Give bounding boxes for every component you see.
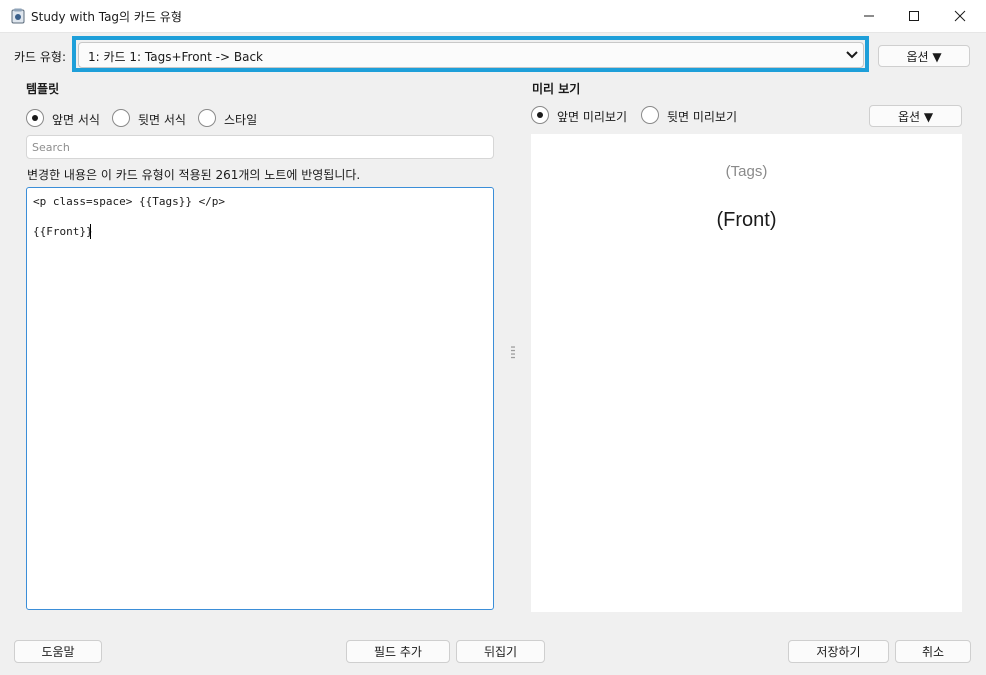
search-input[interactable]: Search [26,135,494,159]
close-icon [954,10,966,22]
preview-heading: 미리 보기 [532,82,581,96]
card-type-select[interactable]: 1: 카드 1: Tags+Front -> Back [78,42,864,68]
styling-label[interactable]: 스타일 [224,111,257,128]
back-preview-label[interactable]: 뒷면 미리보기 [667,108,737,125]
flip-button[interactable]: 뒤집기 [456,640,545,663]
editor-line: {{Front}} [33,225,93,238]
save-button[interactable]: 저장하기 [788,640,889,663]
preview-front-text: (Front) [716,209,777,231]
close-button[interactable] [937,0,983,32]
splitter-handle-icon[interactable] [511,346,515,360]
front-template-radio[interactable] [26,109,44,127]
search-placeholder: Search [32,141,70,154]
window-title: Study with Tag의 카드 유형 [31,10,182,24]
front-template-label[interactable]: 앞면 서식 [52,111,100,128]
chevron-down-icon [846,51,858,59]
preview-options-button[interactable]: 옵션 ▼ [869,105,962,127]
front-preview-radio[interactable] [531,106,549,124]
back-preview-radio[interactable] [641,106,659,124]
app-icon [11,8,25,24]
text-cursor [90,224,91,239]
maximize-icon [909,11,919,21]
maximize-button[interactable] [891,0,937,32]
template-heading: 템플릿 [26,82,60,96]
preview-tags-text: (Tags) [725,163,768,180]
back-template-radio[interactable] [112,109,130,127]
preview-pane: (Tags) (Front) [531,134,962,612]
help-button[interactable]: 도움말 [14,640,102,663]
add-field-button[interactable]: 필드 추가 [346,640,450,663]
cancel-button[interactable]: 취소 [895,640,971,663]
template-info-text: 변경한 내용은 이 카드 유형이 적용된 261개의 노트에 반영됩니다. [27,168,361,182]
card-type-label: 카드 유형: [14,50,67,64]
template-editor[interactable]: <p class=space> {{Tags}} </p> {{Front}} [26,187,494,610]
styling-radio[interactable] [198,109,216,127]
front-preview-label[interactable]: 앞면 미리보기 [557,108,627,125]
back-template-label[interactable]: 뒷면 서식 [138,111,186,128]
editor-line: <p class=space> {{Tags}} </p> [33,195,226,208]
card-type-options-button[interactable]: 옵션 ▼ [878,45,970,67]
card-type-value: 1: 카드 1: Tags+Front -> Back [88,50,263,64]
minimize-icon [864,15,874,17]
title-bar: Study with Tag의 카드 유형 [0,0,986,33]
minimize-button[interactable] [846,0,892,32]
